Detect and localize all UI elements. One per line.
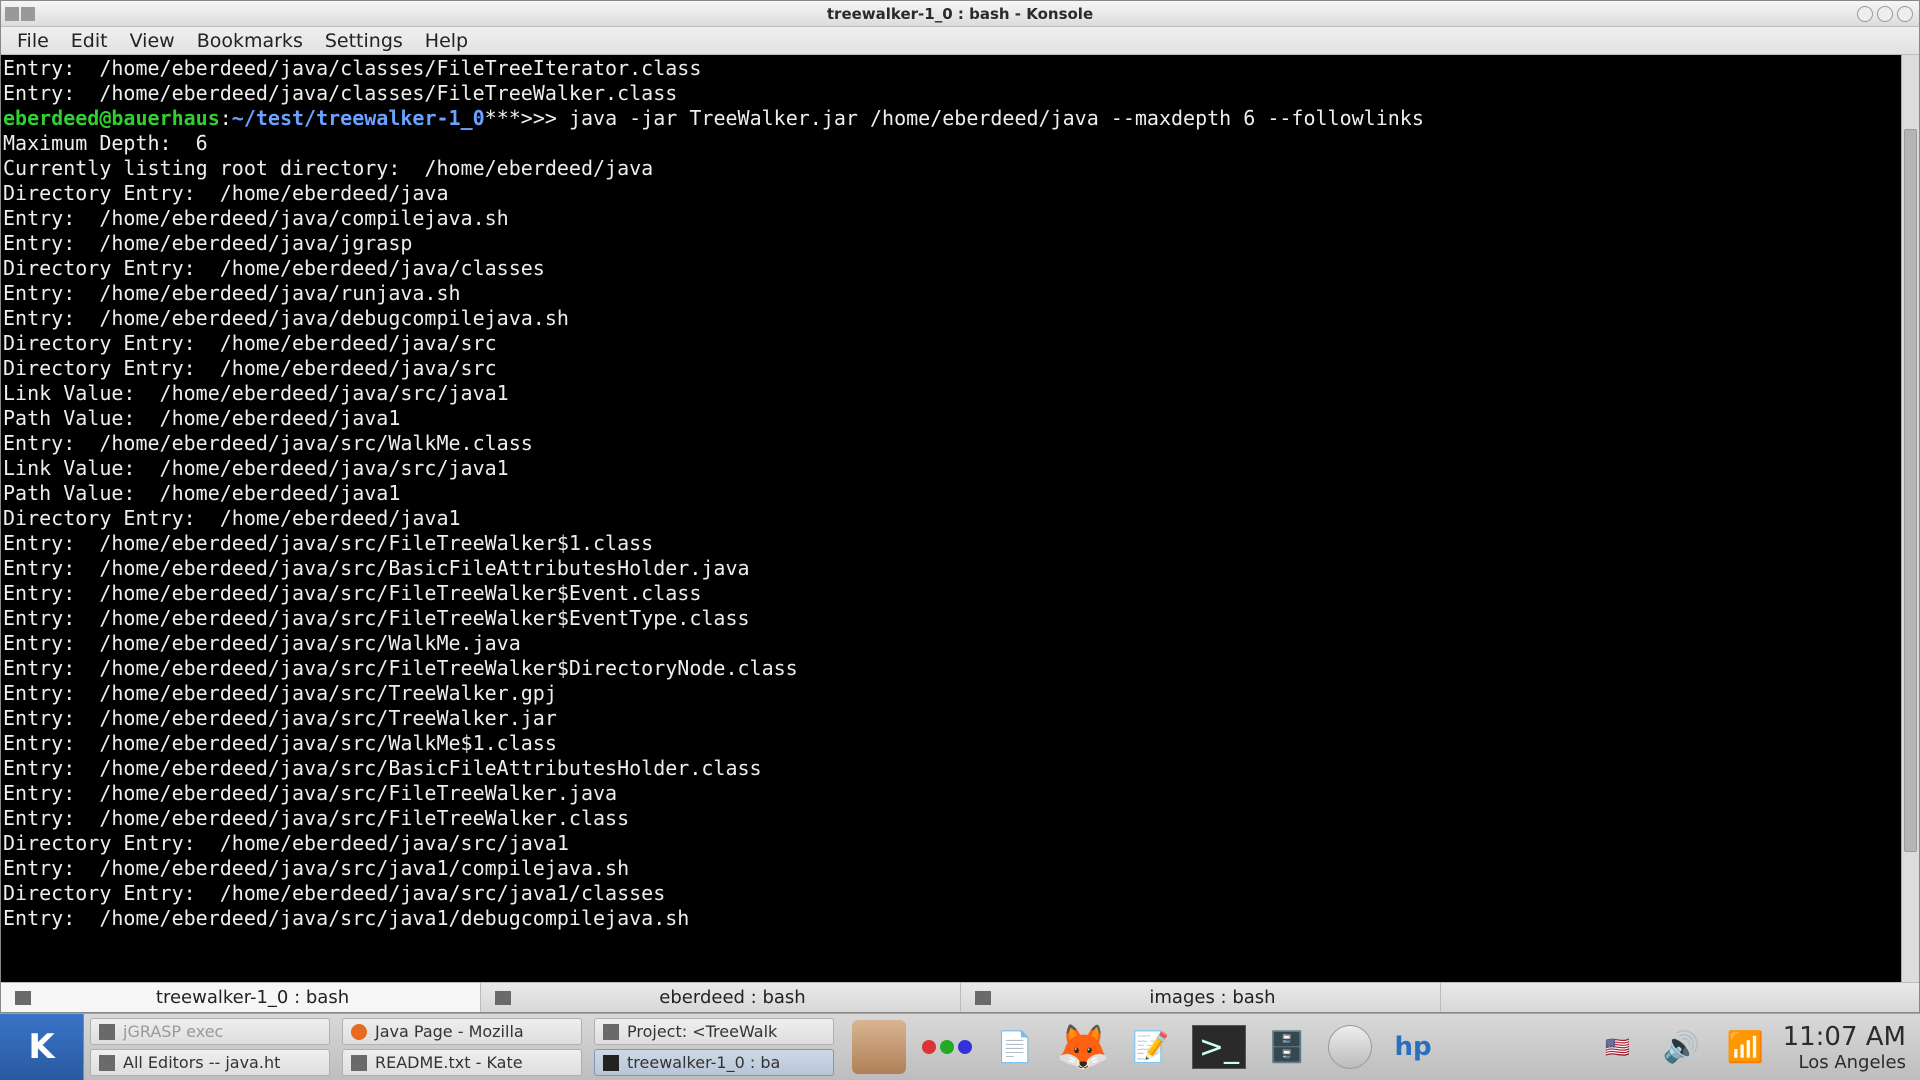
kde-taskbar: K jGRASP exec All Editors -- java.ht Jav… bbox=[0, 1013, 1920, 1080]
task-label: All Editors -- java.ht bbox=[123, 1053, 280, 1072]
terminal-scrollbar[interactable] bbox=[1901, 55, 1919, 982]
terminal-icon bbox=[975, 991, 991, 1005]
clock-widget[interactable]: 11:07 AM Los Angeles bbox=[1783, 1022, 1906, 1073]
app-icon bbox=[603, 1024, 619, 1040]
clock-location: Los Angeles bbox=[1783, 1052, 1906, 1073]
terminal-output[interactable]: Entry: /home/eberdeed/java/classes/FileT… bbox=[1, 55, 1901, 982]
system-tray: 🇺🇸 🔊 📶 11:07 AM Los Angeles bbox=[1577, 1014, 1920, 1080]
menu-edit[interactable]: Edit bbox=[61, 28, 118, 54]
menu-help[interactable]: Help bbox=[415, 28, 478, 54]
window-title: treewalker-1_0 : bash - Konsole bbox=[827, 5, 1093, 23]
tab-eberdeed[interactable]: eberdeed : bash bbox=[481, 983, 961, 1012]
scrollbar-thumb[interactable] bbox=[1904, 129, 1917, 852]
app-icon bbox=[5, 7, 19, 21]
task-label: Project: <TreeWalk bbox=[627, 1022, 777, 1041]
menu-bar: File Edit View Bookmarks Settings Help bbox=[1, 27, 1919, 55]
steam-icon[interactable] bbox=[1328, 1025, 1372, 1069]
maximize-button[interactable] bbox=[1877, 6, 1893, 22]
app-icon-2 bbox=[21, 7, 35, 21]
terminal-icon bbox=[495, 991, 511, 1005]
task-all-editors[interactable]: All Editors -- java.ht bbox=[90, 1049, 330, 1076]
task-label: README.txt - Kate bbox=[375, 1053, 523, 1072]
tab-treewalker[interactable]: treewalker-1_0 : bash bbox=[1, 983, 481, 1012]
task-jgrasp[interactable]: jGRASP exec bbox=[90, 1018, 330, 1045]
menu-view[interactable]: View bbox=[120, 28, 185, 54]
network-icon[interactable]: 📶 bbox=[1719, 1020, 1773, 1074]
konsole-tabstrip: treewalker-1_0 : bash eberdeed : bash im… bbox=[1, 982, 1919, 1012]
activities-icon[interactable] bbox=[920, 1020, 974, 1074]
tab-label: eberdeed : bash bbox=[519, 987, 946, 1008]
hp-toolbox-icon[interactable]: hp bbox=[1386, 1020, 1440, 1074]
package-manager-icon[interactable] bbox=[852, 1020, 906, 1074]
task-project-treewalk[interactable]: Project: <TreeWalk bbox=[594, 1018, 834, 1045]
app-icon bbox=[99, 1055, 115, 1071]
volume-icon[interactable]: 🔊 bbox=[1655, 1020, 1709, 1074]
kickoff-menu-button[interactable]: K bbox=[0, 1014, 84, 1080]
keyboard-layout-icon[interactable]: 🇺🇸 bbox=[1591, 1020, 1645, 1074]
firefox-icon bbox=[351, 1024, 367, 1040]
menu-settings[interactable]: Settings bbox=[315, 28, 413, 54]
tab-images[interactable]: images : bash bbox=[961, 983, 1441, 1012]
tab-label: treewalker-1_0 : bash bbox=[39, 987, 466, 1008]
konsole-window: treewalker-1_0 : bash - Konsole File Edi… bbox=[0, 0, 1920, 1013]
libreoffice-writer-icon[interactable]: 📄 bbox=[988, 1020, 1042, 1074]
task-readme-kate[interactable]: README.txt - Kate bbox=[342, 1049, 582, 1076]
konsole-icon bbox=[603, 1055, 619, 1071]
minimize-button[interactable] bbox=[1857, 6, 1873, 22]
menu-bookmarks[interactable]: Bookmarks bbox=[187, 28, 313, 54]
task-firefox-javapage[interactable]: Java Page - Mozilla bbox=[342, 1018, 582, 1045]
terminal-icon bbox=[15, 991, 31, 1005]
clock-time: 11:07 AM bbox=[1783, 1022, 1906, 1052]
konsole-launcher-icon[interactable]: >_ bbox=[1192, 1025, 1246, 1069]
firefox-launcher-icon[interactable]: 🦊 bbox=[1056, 1020, 1110, 1074]
close-button[interactable] bbox=[1897, 6, 1913, 22]
window-titlebar[interactable]: treewalker-1_0 : bash - Konsole bbox=[1, 1, 1919, 27]
task-label: Java Page - Mozilla bbox=[375, 1022, 524, 1041]
task-label: treewalker-1_0 : ba bbox=[627, 1053, 780, 1072]
kate-icon bbox=[351, 1055, 367, 1071]
menu-file[interactable]: File bbox=[7, 28, 59, 54]
text-editor-icon[interactable]: 📝 bbox=[1124, 1020, 1178, 1074]
file-manager-icon[interactable]: 🗄️ bbox=[1260, 1020, 1314, 1074]
launcher-tray: 📄 🦊 📝 >_ 🗄️ hp bbox=[840, 1014, 1452, 1080]
tab-label: images : bash bbox=[999, 987, 1426, 1008]
task-label: jGRASP exec bbox=[123, 1022, 223, 1041]
app-icon bbox=[99, 1024, 115, 1040]
task-konsole-treewalker[interactable]: treewalker-1_0 : ba bbox=[594, 1049, 834, 1076]
